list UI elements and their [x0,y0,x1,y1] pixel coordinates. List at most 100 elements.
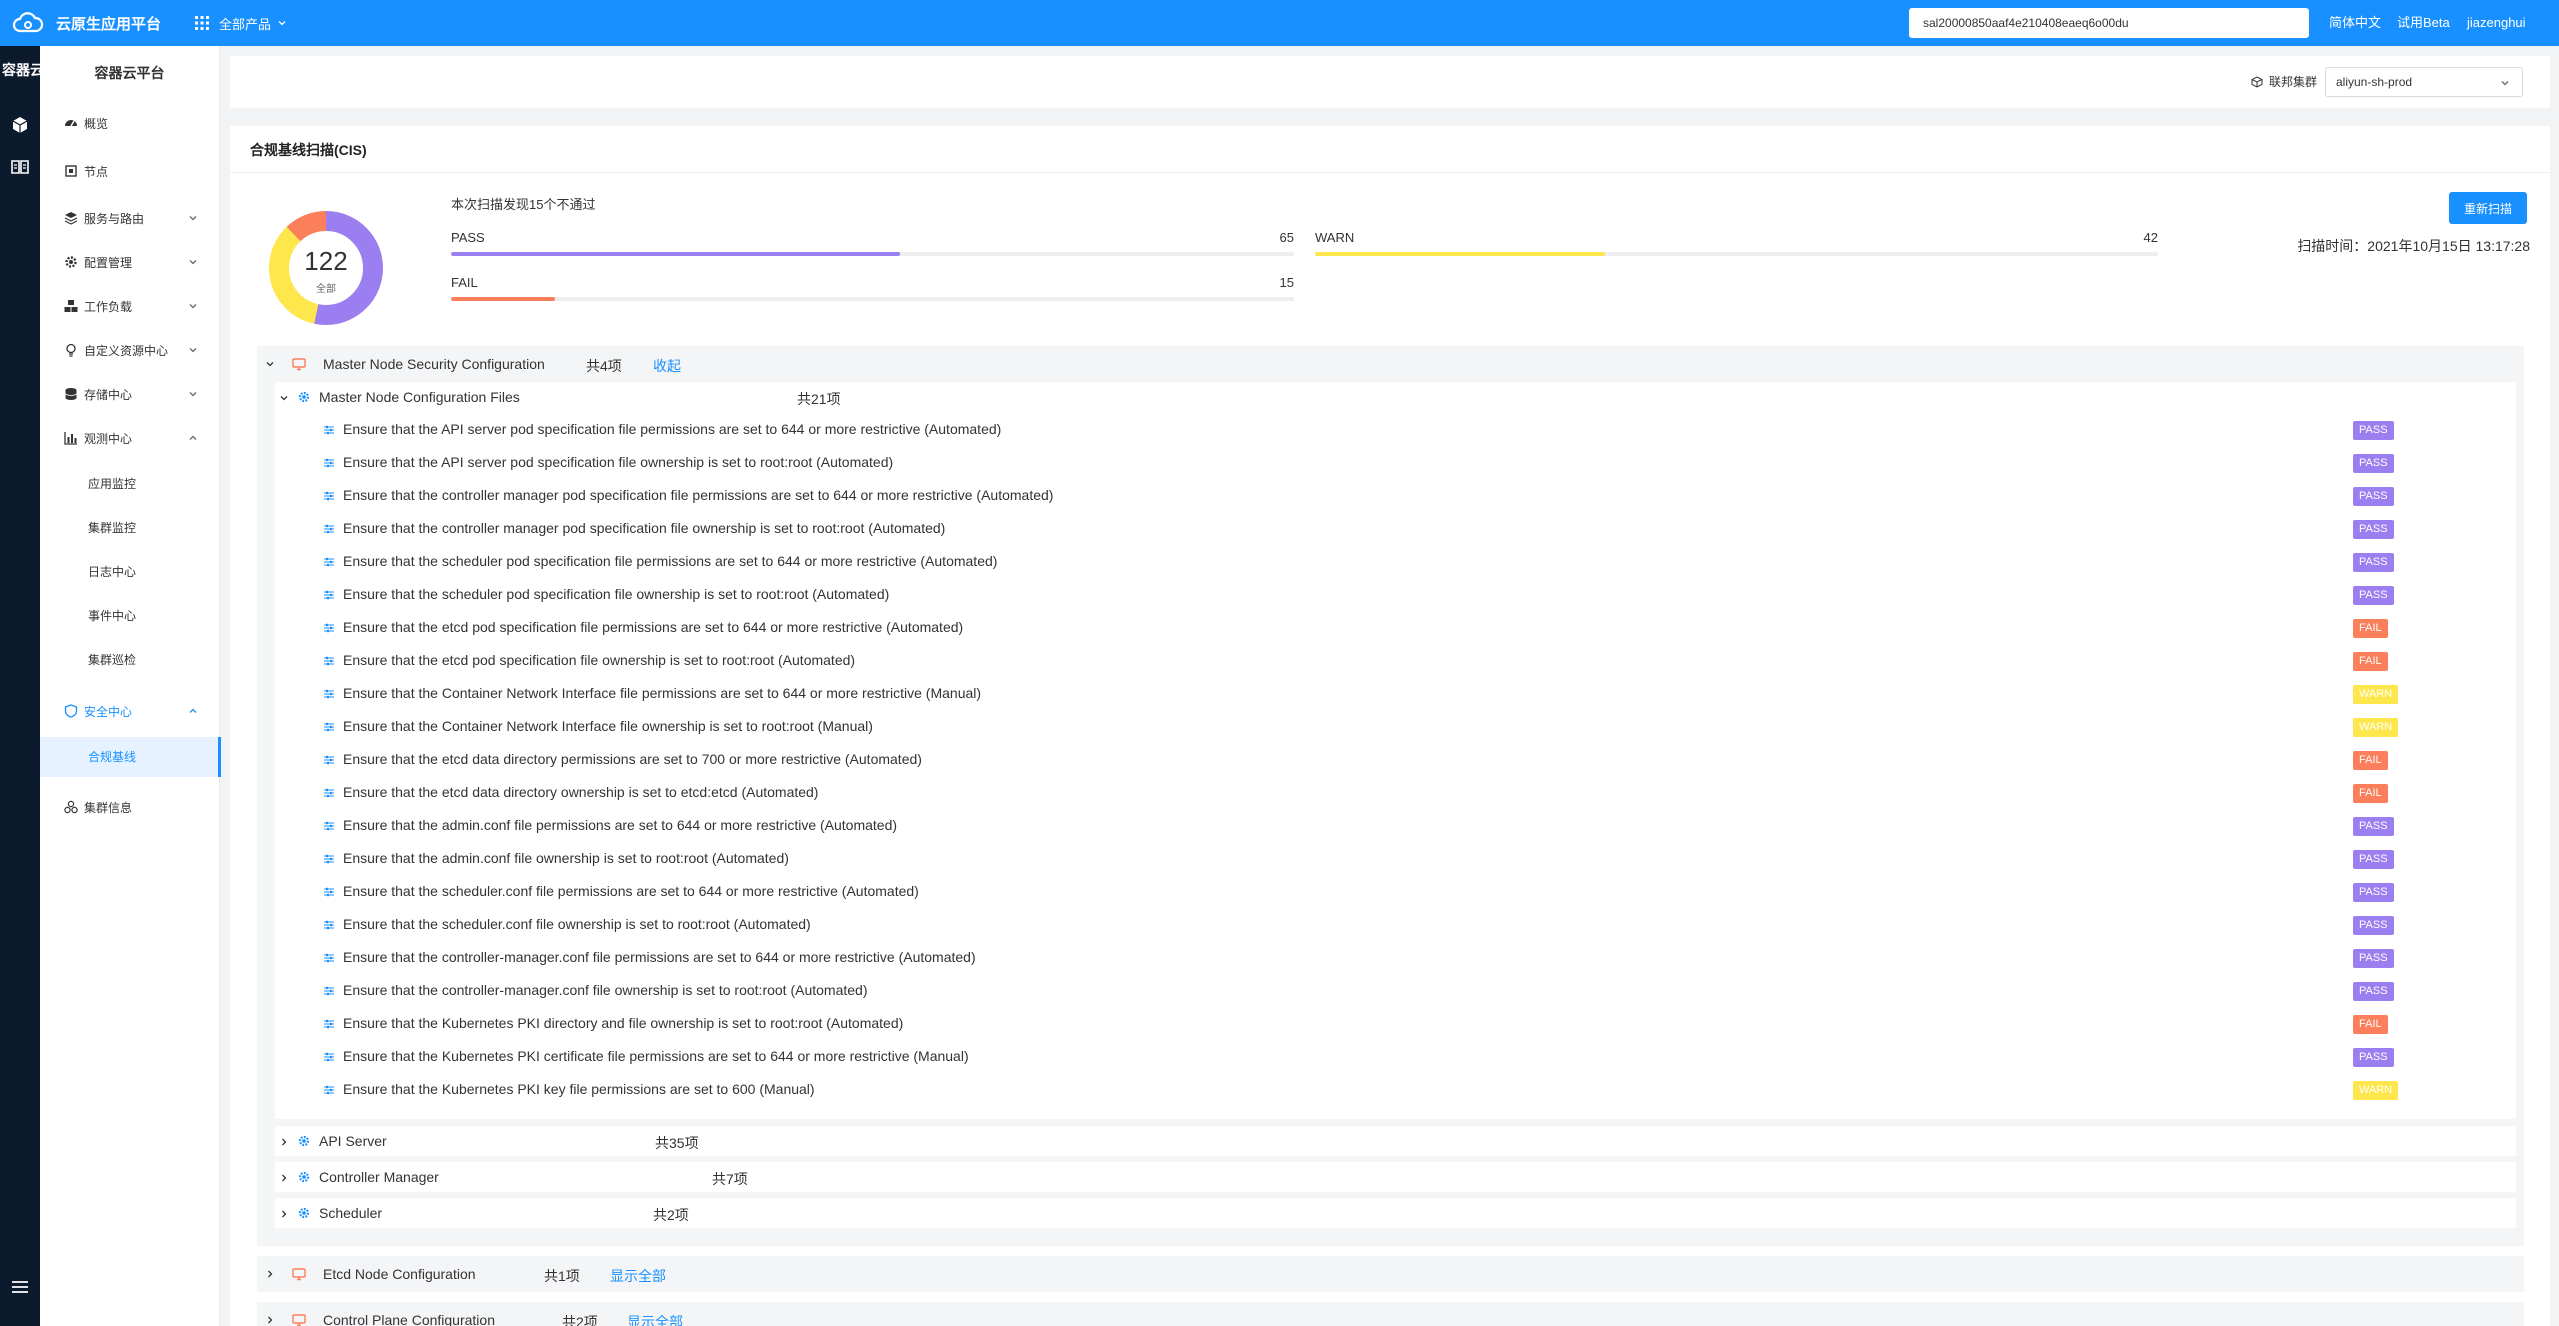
subgroup-controller-manager[interactable]: Controller Manager 共7项 [275,1162,2516,1192]
check-row[interactable]: Ensure that the scheduler pod specificat… [275,578,2516,611]
check-text: Ensure that the admin.conf file permissi… [343,817,898,833]
user-menu[interactable]: jiazenghui [2467,0,2526,46]
check-row[interactable]: Ensure that the controller-manager.conf … [275,941,2516,974]
show-all-link[interactable]: 显示全部 [627,1312,683,1326]
card-title: 合规基线扫描(CIS) [250,142,367,158]
sidebar-item-storage[interactable]: 存储中心 [40,379,220,409]
status-badge: PASS [2353,817,2394,836]
sliders-icon [324,656,334,666]
group-title: Master Node Security Configuration [323,356,545,372]
status-badge: PASS [2353,487,2394,506]
check-row[interactable]: Ensure that the etcd pod specification f… [275,611,2516,644]
status-badge: PASS [2353,916,2394,935]
cluster-select-value: aliyun-sh-prod [2336,75,2413,89]
status-badge: PASS [2353,883,2394,902]
collapse-link[interactable]: 收起 [653,356,681,376]
check-row[interactable]: Ensure that the Container Network Interf… [275,710,2516,743]
sliders-icon [324,821,334,831]
chevron-down-icon [189,392,197,397]
check-row[interactable]: Ensure that the admin.conf file permissi… [275,809,2516,842]
show-all-link[interactable]: 显示全部 [610,1266,666,1286]
check-row[interactable]: Ensure that the scheduler.conf file perm… [275,875,2516,908]
brand-logo[interactable]: 云原生应用平台 [0,0,161,46]
check-row[interactable]: Ensure that the API server pod specifica… [275,413,2516,446]
pass-count: 65 [1279,230,1294,245]
fail-label: FAIL [451,275,478,290]
menu-icon[interactable] [9,1276,31,1298]
global-search-input[interactable] [1909,8,2309,38]
status-badge: PASS [2353,454,2394,473]
all-products-menu[interactable]: 全部产品 [195,14,287,33]
check-row[interactable]: Ensure that the admin.conf file ownershi… [275,842,2516,875]
check-row[interactable]: Ensure that the etcd data directory perm… [275,743,2516,776]
check-row[interactable]: Ensure that the etcd pod specification f… [275,644,2516,677]
cube-icon[interactable] [9,114,31,136]
check-row[interactable]: Ensure that the controller manager pod s… [275,479,2516,512]
cluster-select[interactable]: aliyun-sh-prod [2325,67,2523,97]
sidebar-item-cluster-info[interactable]: 集群信息 [40,792,220,822]
chevron-right-icon [282,1210,287,1218]
pass-label: PASS [451,230,485,245]
sidebar-subitem-cluster-monitor[interactable]: 集群监控 [40,513,220,543]
rescan-button[interactable]: 重新扫描 [2449,192,2527,224]
book-icon[interactable] [9,156,31,178]
sliders-icon [324,623,334,633]
check-row[interactable]: Ensure that the controller manager pod s… [275,512,2516,545]
check-text: Ensure that the Kubernetes PKI key file … [343,1081,815,1097]
pass-progress-track [451,252,1294,256]
sidebar-subitem-cluster-inspection[interactable]: 集群巡检 [40,645,220,675]
scan-time: 扫描时间：2021年10月15日 13:17:28 [2297,238,2530,254]
federated-cluster-label: 联邦集群 [2251,73,2317,90]
subgroup-scheduler[interactable]: Scheduler 共2项 [275,1198,2516,1228]
subgroup-count: 共21项 [797,391,841,407]
sidebar-item-overview[interactable]: 概览 [40,108,220,138]
shield-icon [64,704,78,718]
sidebar-item-config[interactable]: 配置管理 [40,247,220,277]
status-badge: WARN [2353,718,2399,737]
check-row[interactable]: Ensure that the Kubernetes PKI key file … [275,1073,2516,1106]
subgroup-count: 共2项 [653,1207,689,1223]
cis-scan-card: 合规基线扫描(CIS) 122 全部 本次扫描发现15个不通过 PASS 65 … [230,126,2550,1326]
gear-icon [298,1135,310,1147]
check-row[interactable]: Ensure that the scheduler pod specificat… [275,545,2516,578]
group-etcd-node[interactable]: Etcd Node Configuration 共1项 显示全部 [257,1256,2524,1292]
language-switch[interactable]: 简体中文 [2329,0,2381,46]
cube-outline-icon [2251,75,2263,88]
sidebar-subitem-log-center[interactable]: 日志中心 [40,557,220,587]
sidebar-item-security[interactable]: 安全中心 [40,696,220,726]
status-badge: PASS [2353,586,2394,605]
sidebar-subitem-event-center[interactable]: 事件中心 [40,601,220,631]
check-row[interactable]: Ensure that the API server pod specifica… [275,446,2516,479]
federated-cluster-text: 联邦集群 [2269,75,2318,89]
status-badge: FAIL [2353,751,2388,770]
cluster-filter-bar: 联邦集群 aliyun-sh-prod [230,56,2550,108]
sidebar-subitem-app-monitor[interactable]: 应用监控 [40,469,220,499]
sidebar-item-workloads[interactable]: 工作负载 [40,291,220,321]
sidebar-item-label: 节点 [84,164,109,179]
sidebar-item-nodes[interactable]: 节点 [40,156,220,186]
group-control-plane[interactable]: Control Plane Configuration 共2项 显示全部 [257,1302,2524,1326]
check-row[interactable]: Ensure that the Container Network Interf… [275,677,2516,710]
subgroup-api-server[interactable]: API Server 共35项 [275,1126,2516,1156]
product-rail: 容器云 [0,46,40,1326]
check-row[interactable]: Ensure that the Kubernetes PKI directory… [275,1007,2516,1040]
sidebar-item-observability[interactable]: 观测中心 [40,423,220,453]
monitor-icon [292,1314,306,1326]
sidebar: 容器云平台 概览 节点 服务与路由 配置管理 工作负载 自定义资源中心 存储中心… [40,46,221,1326]
chevron-down-icon [189,304,197,309]
subgroup-header[interactable]: Master Node Configuration Files 共21项 [275,382,2516,412]
sidebar-subitem-compliance-baseline[interactable]: 合规基线 [40,737,221,777]
divider [230,172,2550,173]
check-row[interactable]: Ensure that the Kubernetes PKI certifica… [275,1040,2516,1073]
chevron-right-icon [282,1174,287,1182]
sidebar-item-custom-resources[interactable]: 自定义资源中心 [40,335,220,365]
check-row[interactable]: Ensure that the controller-manager.conf … [275,974,2516,1007]
group-header[interactable]: Master Node Security Configuration 共4项 收… [257,346,2524,382]
trial-beta-link[interactable]: 试用Beta [2397,0,2450,46]
check-row[interactable]: Ensure that the scheduler.conf file owne… [275,908,2516,941]
monitor-icon [292,358,306,371]
chevron-right-icon [268,1316,273,1324]
check-text: Ensure that the scheduler.conf file perm… [343,883,919,899]
sidebar-item-services[interactable]: 服务与路由 [40,203,220,233]
check-row[interactable]: Ensure that the etcd data directory owne… [275,776,2516,809]
